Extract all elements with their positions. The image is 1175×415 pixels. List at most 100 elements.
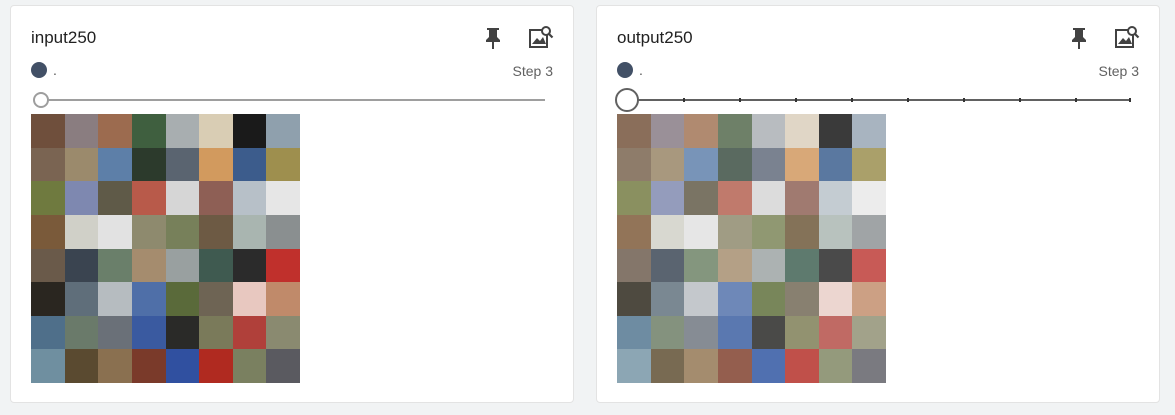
image-thumbnail: [31, 181, 65, 215]
pin-icon[interactable]: [479, 24, 507, 52]
image-thumbnail: [199, 248, 233, 283]
image-thumbnail: [751, 214, 786, 249]
image-thumbnail: [785, 282, 819, 316]
image-thumbnail: [64, 248, 99, 283]
run-label: .: [639, 62, 643, 78]
image-thumbnail: [199, 282, 233, 316]
image-thumbnail: [751, 282, 786, 316]
slider-tick: [1075, 98, 1077, 102]
image-thumbnail: [98, 315, 132, 350]
run-color-dot: [617, 62, 633, 78]
image-thumbnail: [266, 282, 300, 316]
image-grid: [31, 114, 300, 383]
image-thumbnail: [650, 147, 685, 182]
card-title: output250: [617, 28, 693, 47]
image-thumbnail: [199, 349, 233, 383]
image-thumbnail: [617, 349, 651, 383]
image-thumbnail: [650, 114, 685, 148]
image-thumbnail: [31, 214, 65, 249]
image-thumbnail: [31, 147, 65, 182]
image-search-icon[interactable]: [527, 24, 555, 52]
run-color-dot: [31, 62, 47, 78]
image-thumbnail: [199, 214, 233, 249]
image-thumbnail: [818, 248, 853, 283]
image-thumbnail: [64, 181, 99, 215]
image-thumbnail: [852, 214, 886, 249]
pin-icon[interactable]: [1065, 24, 1093, 52]
image-thumbnail: [751, 349, 786, 383]
image-thumbnail: [64, 349, 99, 383]
image-thumbnail: [131, 282, 166, 316]
image-thumbnail: [98, 114, 132, 148]
image-grid: [617, 114, 886, 383]
step-slider-track[interactable]: [627, 99, 1131, 101]
image-thumbnail: [684, 181, 718, 215]
slider-tick: [739, 98, 741, 102]
image-thumbnail: [98, 248, 132, 283]
image-thumbnail: [98, 147, 132, 182]
image-thumbnail: [98, 349, 132, 383]
image-thumbnail: [199, 181, 233, 215]
image-thumbnail: [684, 315, 718, 350]
image-thumbnail: [266, 114, 300, 148]
image-thumbnail: [165, 248, 200, 283]
image-thumbnail: [199, 147, 233, 182]
image-thumbnail: [64, 147, 99, 182]
image-thumbnail: [785, 315, 819, 350]
image-thumbnail: [852, 349, 886, 383]
image-thumbnail: [232, 214, 267, 249]
image-thumbnail: [684, 248, 718, 283]
image-thumbnail: [684, 147, 718, 182]
image-thumbnail: [131, 147, 166, 182]
image-thumbnail: [650, 282, 685, 316]
image-thumbnail: [266, 214, 300, 249]
image-thumbnail: [785, 147, 819, 182]
image-thumbnail: [617, 214, 651, 249]
image-thumbnail: [617, 315, 651, 350]
image-thumbnail: [232, 282, 267, 316]
run-label: .: [53, 62, 57, 78]
slider-tick: [907, 98, 909, 102]
slider-tick: [851, 98, 853, 102]
image-thumbnail: [785, 214, 819, 249]
image-search-icon[interactable]: [1113, 24, 1141, 52]
image-thumbnail: [31, 282, 65, 316]
image-card-output250: output250 . Step 3: [596, 5, 1160, 403]
image-thumbnail: [684, 349, 718, 383]
image-thumbnail: [266, 147, 300, 182]
image-thumbnail: [852, 147, 886, 182]
image-thumbnail: [165, 181, 200, 215]
image-thumbnail: [617, 114, 651, 148]
image-thumbnail: [165, 282, 200, 316]
image-thumbnail: [684, 282, 718, 316]
image-thumbnail: [131, 315, 166, 350]
image-thumbnail: [717, 349, 752, 383]
slider-tick: [683, 98, 685, 102]
image-thumbnail: [684, 214, 718, 249]
image-thumbnail: [199, 315, 233, 350]
image-thumbnail: [266, 315, 300, 350]
step-slider-track[interactable]: [41, 99, 545, 101]
card-title: input250: [31, 28, 97, 47]
image-thumbnail: [64, 315, 99, 350]
image-thumbnail: [717, 147, 752, 182]
step-label: Step 3: [512, 63, 553, 79]
image-thumbnail: [232, 114, 267, 148]
image-thumbnail: [617, 147, 651, 182]
image-thumbnail: [232, 147, 267, 182]
image-thumbnail: [684, 114, 718, 148]
image-thumbnail: [818, 349, 853, 383]
step-slider-thumb[interactable]: [33, 92, 49, 108]
image-thumbnail: [165, 214, 200, 249]
image-thumbnail: [717, 114, 752, 148]
image-thumbnail: [717, 282, 752, 316]
step-slider-thumb[interactable]: [615, 88, 639, 112]
image-thumbnail: [818, 114, 853, 148]
image-thumbnail: [199, 114, 233, 148]
image-card-input250: input250 . Step 3: [10, 5, 574, 403]
image-thumbnail: [818, 214, 853, 249]
image-thumbnail: [98, 282, 132, 316]
image-thumbnail: [785, 181, 819, 215]
image-thumbnail: [717, 181, 752, 215]
image-thumbnail: [852, 248, 886, 283]
